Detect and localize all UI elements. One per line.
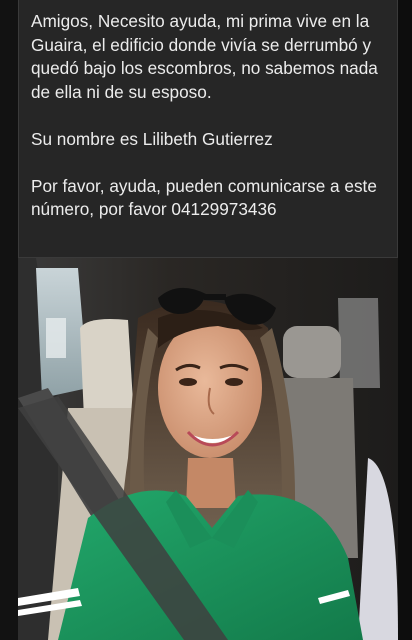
post-paragraph-appeal: Amigos, Necesito ayuda, mi prima vive en… (31, 11, 378, 102)
post-paragraph-name: Su nombre es Lilibeth Gutierrez (31, 128, 273, 149)
post-text-card: Amigos, Necesito ayuda, mi prima vive en… (18, 0, 398, 258)
post-paragraph-contact[interactable]: Por favor, ayuda, pueden comunicarse a e… (31, 175, 387, 222)
selfie-image (18, 258, 398, 640)
post-photo[interactable] (18, 258, 398, 640)
screen: Amigos, Necesito ayuda, mi prima vive en… (0, 0, 412, 640)
screen-edge (398, 0, 412, 640)
